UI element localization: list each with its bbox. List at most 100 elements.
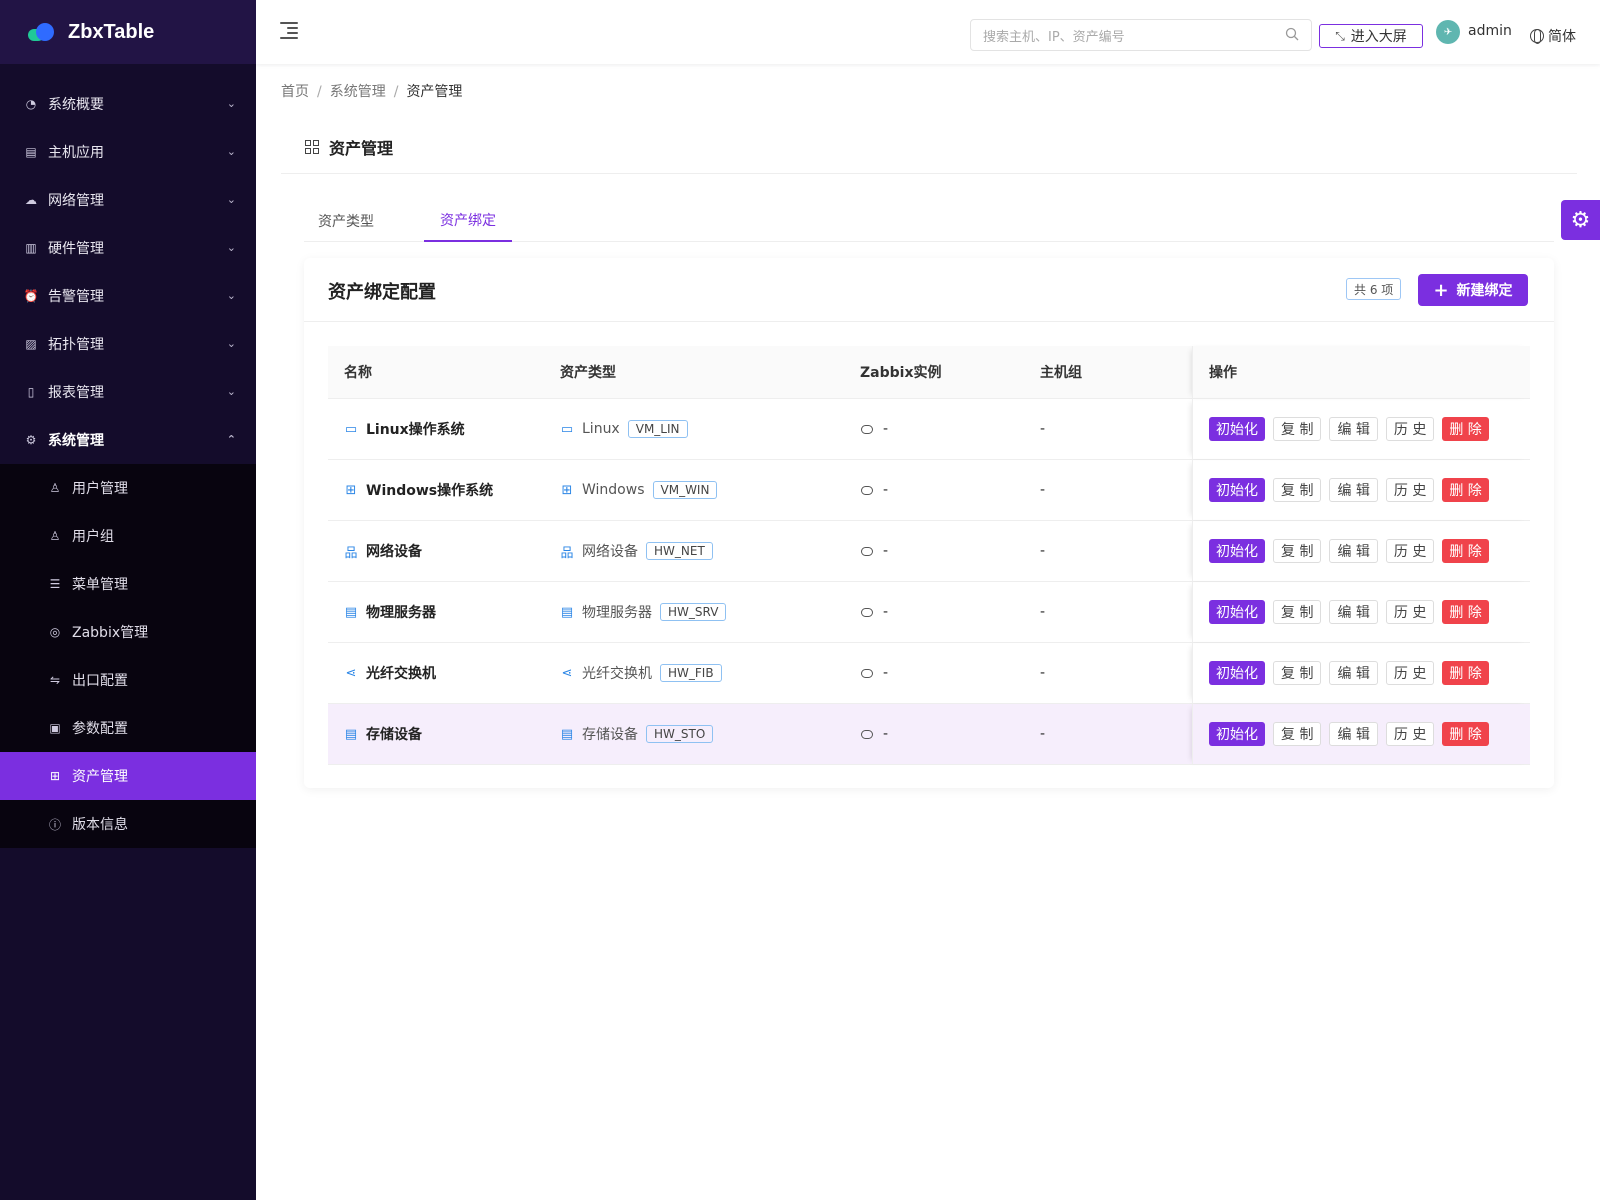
- sidebar-item-system[interactable]: ⚙ 系统管理 ⌃: [0, 416, 256, 464]
- new-binding-button[interactable]: + 新建绑定: [1418, 274, 1528, 306]
- host-group: -: [1040, 421, 1046, 437]
- zabbix-instance: -: [883, 543, 889, 559]
- grid-icon: [305, 139, 319, 154]
- actions-cell: 初始化 复 制 编 辑 历 史 删 除: [1192, 460, 1530, 520]
- init-button[interactable]: 初始化: [1209, 478, 1265, 502]
- history-button[interactable]: 历 史: [1385, 661, 1435, 685]
- sidebar-item-user-groups[interactable]: ♙ 用户组: [0, 512, 256, 560]
- name-cell: 品网络设备: [328, 541, 548, 561]
- sidebar-item-overview[interactable]: ◔ 系统概要 ⌄: [0, 80, 256, 128]
- sidebar-menu: ◔ 系统概要 ⌄ ▤ 主机应用 ⌄ ☁ 网络管理 ⌄ ▥ 硬件管理 ⌄ ⏰ 告警管理 ⌄ ▨ 拓扑管理…: [0, 64, 256, 848]
- sidebar-item-alarm[interactable]: ⏰ 告警管理 ⌄: [0, 272, 256, 320]
- sidebar-item-assets[interactable]: ⊞ 资产管理: [0, 752, 256, 800]
- sidebar-item-params[interactable]: ▣ 参数配置: [0, 704, 256, 752]
- col-actions: 操作: [1192, 345, 1530, 399]
- bigscreen-button[interactable]: ⤡ 进入大屏: [1319, 24, 1423, 48]
- edit-button[interactable]: 编 辑: [1329, 417, 1378, 441]
- actions-cell: 初始化 复 制 编 辑 历 史 删 除: [1192, 521, 1530, 581]
- table-row: ▤ 存储设备 ▤ 存储设备 HW_STO - - 初始化 复 制 编 辑 历 史 删 …: [328, 704, 1530, 765]
- type-code-tag: VM_LIN: [627, 420, 688, 438]
- history-button[interactable]: 历 史: [1385, 478, 1435, 502]
- copy-button[interactable]: 复 制: [1273, 600, 1322, 624]
- edit-button[interactable]: 编 辑: [1329, 478, 1378, 502]
- delete-button[interactable]: 删 除: [1442, 661, 1489, 685]
- delete-button[interactable]: 删 除: [1442, 722, 1489, 746]
- settings-button[interactable]: ⚙: [1561, 200, 1600, 240]
- zabbix-cell: -: [848, 604, 1028, 620]
- breadcrumb-current: 资产管理: [406, 84, 463, 100]
- sidebar-item-topology[interactable]: ▨ 拓扑管理 ⌄: [0, 320, 256, 368]
- breadcrumb-home[interactable]: 首页: [281, 84, 309, 100]
- zabbix-cell: -: [848, 482, 1028, 498]
- init-button[interactable]: 初始化: [1209, 539, 1265, 563]
- asset-type: Linux: [582, 421, 620, 437]
- chevron-down-icon: ⌄: [226, 337, 236, 350]
- sidebar-item-reports[interactable]: ▯ 报表管理 ⌄: [0, 368, 256, 416]
- delete-button[interactable]: 删 除: [1442, 600, 1489, 624]
- delete-button[interactable]: 删 除: [1442, 417, 1489, 441]
- sidebar-item-label: Zabbix管理: [72, 625, 149, 641]
- type-cell: ▤ 物理服务器 HW_SRV: [548, 602, 848, 622]
- sidebar-item-version[interactable]: ⓘ 版本信息: [0, 800, 256, 848]
- init-button[interactable]: 初始化: [1209, 417, 1265, 441]
- sidebar-item-users[interactable]: ♙ 用户管理: [0, 464, 256, 512]
- search-input[interactable]: 搜索主机、IP、资产编号: [970, 19, 1312, 51]
- asset-type: 存储设备: [582, 727, 638, 743]
- sidebar-item-network[interactable]: ☁ 网络管理 ⌄: [0, 176, 256, 224]
- tabs: 资产类型 资产绑定: [304, 200, 1554, 242]
- copy-button[interactable]: 复 制: [1273, 417, 1322, 441]
- history-button[interactable]: 历 史: [1385, 539, 1435, 563]
- type-code-tag: HW_NET: [646, 542, 713, 560]
- card-title: 资产绑定配置: [328, 282, 436, 303]
- host-group: -: [1040, 665, 1046, 681]
- history-button[interactable]: 历 史: [1385, 722, 1435, 746]
- search-icon[interactable]: [1285, 27, 1299, 41]
- sidebar-item-egress[interactable]: ⇋ 出口配置: [0, 656, 256, 704]
- network-icon: 品: [560, 545, 574, 561]
- actions-cell: 初始化 复 制 编 辑 历 史 删 除: [1192, 582, 1530, 642]
- copy-button[interactable]: 复 制: [1273, 722, 1322, 746]
- delete-button[interactable]: 删 除: [1442, 539, 1489, 563]
- language-switch[interactable]: 简体: [1530, 26, 1576, 46]
- init-button[interactable]: 初始化: [1209, 722, 1265, 746]
- sidebar-item-zabbix[interactable]: ◎ Zabbix管理: [0, 608, 256, 656]
- storage-icon: ▤: [560, 726, 574, 742]
- init-button[interactable]: 初始化: [1209, 600, 1265, 624]
- col-name: 名称: [344, 365, 372, 381]
- history-button[interactable]: 历 史: [1385, 600, 1435, 624]
- zabbix-cell: -: [848, 726, 1028, 742]
- history-button[interactable]: 历 史: [1385, 417, 1435, 441]
- sidebar-item-label: 用户组: [72, 529, 114, 545]
- tab-asset-binding[interactable]: 资产绑定: [424, 200, 512, 242]
- sidebar-item-label: 版本信息: [72, 817, 128, 833]
- sidebar-item-menus[interactable]: ☰ 菜单管理: [0, 560, 256, 608]
- tab-asset-types[interactable]: 资产类型: [304, 200, 388, 242]
- breadcrumb-system[interactable]: 系统管理: [330, 84, 386, 100]
- sidebar-item-hosts[interactable]: ▤ 主机应用 ⌄: [0, 128, 256, 176]
- server-icon: ▤: [344, 604, 358, 620]
- host-group: -: [1040, 543, 1046, 559]
- edit-button[interactable]: 编 辑: [1329, 539, 1378, 563]
- avatar[interactable]: ✈: [1436, 20, 1460, 44]
- asset-type: Windows: [582, 482, 645, 498]
- server-icon: ▥: [25, 241, 37, 255]
- init-button[interactable]: 初始化: [1209, 661, 1265, 685]
- copy-button[interactable]: 复 制: [1273, 661, 1322, 685]
- zabbix-icon: ◎: [49, 625, 61, 639]
- menu-fold-icon[interactable]: [280, 22, 300, 40]
- copy-button[interactable]: 复 制: [1273, 478, 1322, 502]
- logo[interactable]: ZbxTable: [0, 0, 256, 64]
- username[interactable]: admin: [1468, 23, 1512, 39]
- edit-button[interactable]: 编 辑: [1329, 600, 1378, 624]
- gear-icon: ⚙: [25, 433, 37, 447]
- globe-icon: [1530, 29, 1544, 44]
- edit-button[interactable]: 编 辑: [1329, 661, 1378, 685]
- copy-button[interactable]: 复 制: [1273, 539, 1322, 563]
- delete-button[interactable]: 删 除: [1442, 478, 1489, 502]
- chevron-down-icon: ⌄: [226, 385, 236, 398]
- zabbix-instance: -: [883, 421, 889, 437]
- asset-type: 网络设备: [582, 544, 638, 560]
- sidebar-item-hardware[interactable]: ▥ 硬件管理 ⌄: [0, 224, 256, 272]
- edit-button[interactable]: 编 辑: [1329, 722, 1378, 746]
- actions-cell: 初始化 复 制 编 辑 历 史 删 除: [1192, 643, 1530, 703]
